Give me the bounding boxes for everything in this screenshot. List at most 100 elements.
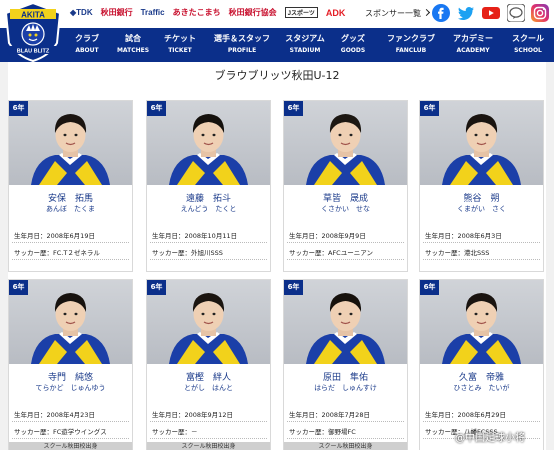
divider: [150, 259, 267, 260]
nav-item-matches[interactable]: 試合 MATCHES: [113, 33, 153, 55]
player-photo: 6年: [9, 280, 132, 364]
player-name-kana: えんどう たくと: [180, 205, 237, 213]
nav-item-ticket[interactable]: チケット TICKET: [160, 33, 200, 55]
grade-badge: 6年: [9, 101, 28, 116]
grade-badge: 6年: [284, 101, 303, 116]
player-card[interactable]: 6年 富樫 絆人 とがし はんと 生年月日：2008年9月12日 サッカー歴：－…: [146, 279, 271, 450]
grade-badge: 6年: [420, 280, 439, 295]
twitter-icon[interactable]: [457, 4, 475, 22]
player-name: 久富 帝雅: [458, 373, 504, 383]
nav-item-fanclub[interactable]: ファンクラブ FANCLUB: [382, 33, 440, 55]
facebook-icon[interactable]: [432, 4, 450, 22]
player-card[interactable]: 6年 遠藤 拓斗 えんどう たくと 生年月日：2008年10月11日 サッカー歴…: [146, 100, 271, 272]
grade-badge: 6年: [147, 101, 166, 116]
player-name-kana: くまがい さく: [457, 205, 506, 213]
sponsor-logo[interactable]: 秋田銀行協会: [229, 7, 277, 18]
sponsor-logo[interactable]: Jスポーツ: [284, 7, 318, 18]
sponsor-logo[interactable]: Traffic: [141, 8, 165, 17]
player-birthdate: 生年月日：2008年6月19日: [14, 232, 95, 240]
divider: [150, 242, 267, 243]
player-name: 熊谷 朔: [463, 194, 500, 204]
player-name: 富樫 絆人: [185, 373, 231, 383]
divider: [12, 259, 129, 260]
logo-text-top: AKITA: [21, 11, 45, 20]
player-birthdate: 生年月日：2008年6月3日: [425, 232, 502, 240]
nav-item-profile[interactable]: 選手＆スタッフ PROFILE: [210, 33, 274, 55]
school-origin-label: スクール秋田校出身: [147, 442, 270, 450]
player-name-kana: はらだ しゅんすけ: [314, 384, 377, 392]
nav-item-academy[interactable]: アカデミー ACADEMY: [448, 33, 498, 55]
top-bar: ◆TDK 秋田銀行 Traffic あきたこまち 秋田銀行協会 Jスポーツ AD…: [0, 0, 554, 28]
player-soccer-history: サッカー歴：AFCユーニアン: [289, 249, 373, 257]
school-origin-label: スクール秋田校出身: [9, 442, 132, 450]
player-card[interactable]: 6年 安保 拓馬 あんぼ たくま 生年月日：2008年6月19日 サッカー歴：F…: [8, 100, 133, 272]
player-name-kana: ひさとみ たいが: [453, 384, 510, 392]
instagram-icon[interactable]: [531, 4, 549, 22]
nav-item-about[interactable]: クラブ ABOUT: [70, 33, 104, 55]
player-soccer-history: サッカー歴：外旭川SSS: [152, 249, 223, 257]
divider: [12, 438, 129, 439]
sponsor-logo[interactable]: ADK: [326, 8, 346, 18]
divider: [287, 438, 404, 439]
player-name: 原田 隼佑: [322, 373, 368, 383]
player-name-kana: とがし はんと: [184, 384, 233, 392]
line-icon[interactable]: [507, 4, 525, 22]
divider: [150, 421, 267, 422]
main-nav: クラブ ABOUT 試合 MATCHES チケット TICKET 選手＆スタッフ PRO…: [0, 28, 554, 62]
player-birthdate: 生年月日：2008年9月9日: [289, 232, 366, 240]
school-origin-label: スクール秋田校出身: [284, 442, 407, 450]
grade-badge: 6年: [284, 280, 303, 295]
player-birthdate: 生年月日：2008年6月29日: [425, 411, 506, 419]
sponsor-list-link[interactable]: スポンサー一覧: [365, 8, 429, 19]
player-name-kana: あんぼ たくま: [46, 205, 95, 213]
logo-text-bottom: BLAU BLITZ: [17, 49, 50, 55]
player-birthdate: 生年月日：2008年10月11日: [152, 232, 238, 240]
nav-item-school[interactable]: スクール SCHOOL: [506, 33, 550, 55]
player-name: 草皆 晟成: [322, 194, 368, 204]
divider: [423, 259, 540, 260]
player-card[interactable]: 6年 寺門 純悠 てらかど じゅんゆう 生年月日：2008年4月23日 サッカー…: [8, 279, 133, 450]
nav-item-stadium[interactable]: スタジアム STADIUM: [282, 33, 328, 55]
divider: [287, 259, 404, 260]
divider: [423, 421, 540, 422]
grade-badge: 6年: [9, 280, 28, 295]
player-photo: 6年: [420, 101, 543, 185]
sponsor-logo[interactable]: 秋田銀行: [101, 7, 133, 18]
page-title: ブラウブリッツ秋田U-12: [214, 69, 340, 82]
player-photo: 6年: [9, 101, 132, 185]
player-soccer-history: サッカー歴：FC.T２ゼネラル: [14, 249, 100, 257]
player-card[interactable]: 6年 久富 帝雅 ひさとみ たいが 生年月日：2008年6月29日 サッカー歴：…: [419, 279, 544, 450]
player-birthdate: 生年月日：2008年9月12日: [152, 411, 233, 419]
player-soccer-history: サッカー歴：御野場FC: [289, 428, 356, 436]
player-card[interactable]: 6年 熊谷 朔 くまがい さく 生年月日：2008年6月3日 サッカー歴：港北S…: [419, 100, 544, 272]
player-soccer-history: サッカー歴：港北SSS: [425, 249, 490, 257]
player-photo: 6年: [284, 280, 407, 364]
player-soccer-history: サッカー歴：FC遊学ウイングス: [14, 428, 107, 436]
player-card[interactable]: 6年 草皆 晟成 くさかい せな 生年月日：2008年9月9日 サッカー歴：AF…: [283, 100, 408, 272]
divider: [150, 438, 267, 439]
divider: [12, 421, 129, 422]
player-name-kana: くさかい せな: [321, 205, 370, 213]
nav-item-goods[interactable]: グッズ GOODS: [336, 33, 370, 55]
player-soccer-history: サッカー歴：－: [152, 428, 198, 436]
player-name: 遠藤 拓斗: [185, 194, 231, 204]
sponsor-logo[interactable]: ◆TDK: [70, 8, 93, 17]
player-photo: 6年: [147, 101, 270, 185]
sponsor-logos: ◆TDK 秋田銀行 Traffic あきたこまち 秋田銀行協会 Jスポーツ AD…: [70, 7, 345, 18]
club-logo[interactable]: AKITA BLAU BLITZ: [2, 1, 64, 63]
player-name: 寺門 純悠: [47, 373, 93, 383]
grade-badge: 6年: [420, 101, 439, 116]
player-birthdate: 生年月日：2008年4月23日: [14, 411, 95, 419]
divider: [423, 242, 540, 243]
divider: [287, 421, 404, 422]
divider: [287, 242, 404, 243]
player-card[interactable]: 6年 原田 隼佑 はらだ しゅんすけ 生年月日：2008年7月28日 サッカー歴…: [283, 279, 408, 450]
grade-badge: 6年: [147, 280, 166, 295]
player-photo: 6年: [147, 280, 270, 364]
player-name-kana: てらかど じゅんゆう: [35, 384, 106, 392]
player-photo: 6年: [284, 101, 407, 185]
divider: [12, 242, 129, 243]
watermark: @中国足球小将: [455, 433, 525, 444]
sponsor-logo[interactable]: あきたこまち: [173, 7, 221, 18]
youtube-icon[interactable]: [482, 4, 500, 22]
